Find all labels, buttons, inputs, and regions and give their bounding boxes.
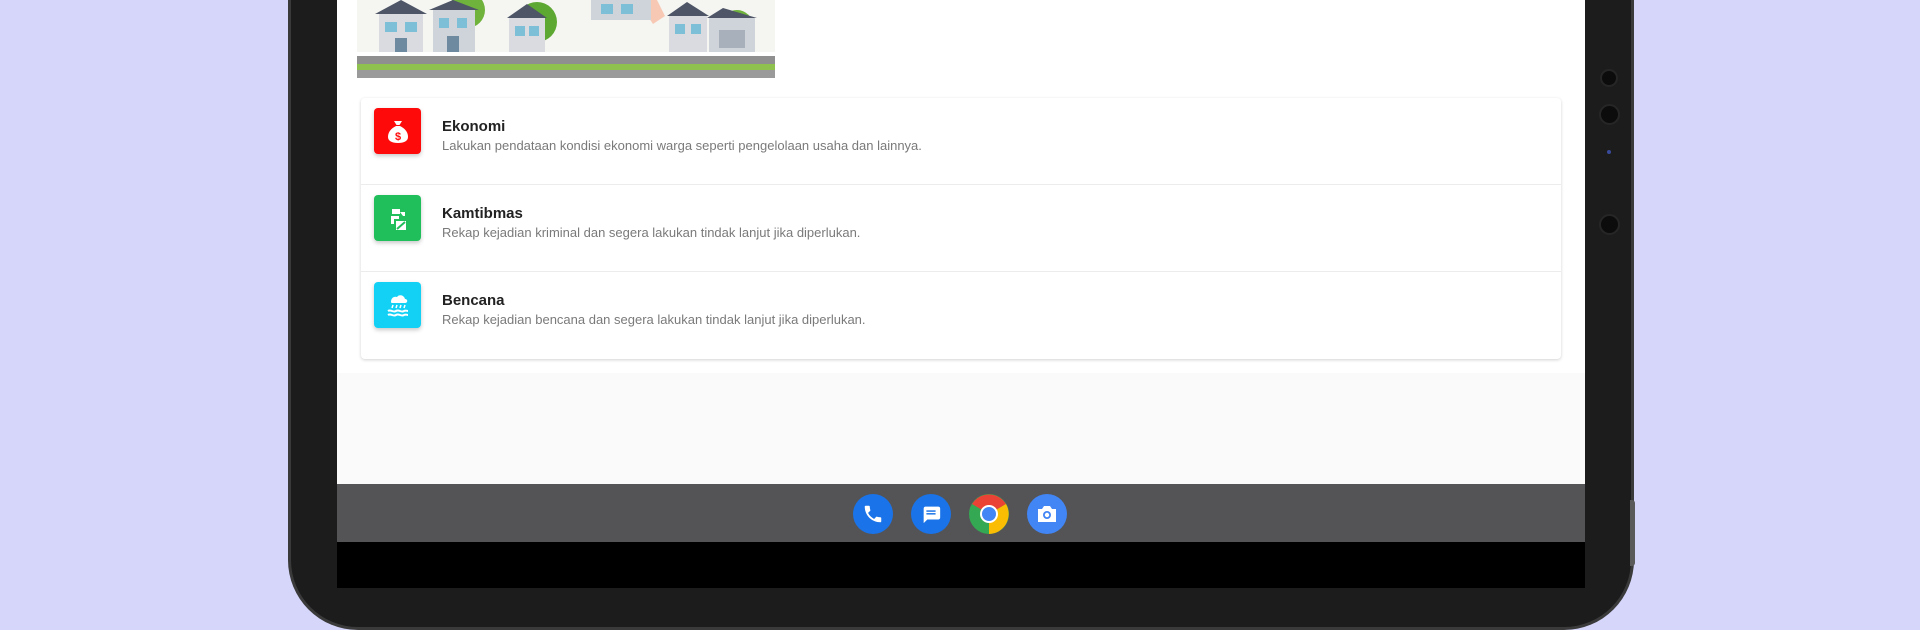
ambient-sensor-icon bbox=[1599, 214, 1620, 235]
police-icon bbox=[390, 209, 406, 230]
list-item-kamtibmas[interactable]: Kamtibmas Rekap kejadian kriminal dan se… bbox=[361, 185, 1561, 272]
messages-icon bbox=[923, 506, 941, 524]
system-nav-bar bbox=[337, 542, 1585, 588]
tablet-screen: $ Ekonomi Lakukan pendataan kondisi ekon… bbox=[337, 0, 1585, 588]
dock-phone-button[interactable] bbox=[853, 494, 893, 534]
front-sensor-icon bbox=[1599, 104, 1620, 125]
flood-icon bbox=[386, 295, 408, 317]
status-led-icon bbox=[1607, 150, 1611, 154]
chrome-icon bbox=[969, 494, 1009, 534]
list-item-title: Ekonomi bbox=[442, 118, 506, 135]
taskbar bbox=[337, 484, 1585, 542]
tablet-side-button bbox=[1630, 500, 1635, 566]
front-camera-icon bbox=[1600, 69, 1618, 87]
housing-banner-image bbox=[357, 0, 775, 78]
dock-camera-button[interactable] bbox=[1027, 494, 1067, 534]
list-item-description: Rekap kejadian bencana dan segera lakuka… bbox=[442, 312, 866, 327]
list-item-ekonomi[interactable]: $ Ekonomi Lakukan pendataan kondisi ekon… bbox=[361, 98, 1561, 185]
list-item-bencana[interactable]: Bencana Rekap kejadian bencana dan seger… bbox=[361, 272, 1561, 359]
ekonomi-icon-tile: $ bbox=[374, 108, 421, 154]
phone-icon bbox=[864, 505, 882, 523]
list-item-title: Kamtibmas bbox=[442, 205, 523, 222]
camera-icon bbox=[1038, 506, 1056, 522]
money-bag-icon: $ bbox=[387, 121, 408, 143]
list-item-title: Bencana bbox=[442, 292, 505, 309]
app-content: $ Ekonomi Lakukan pendataan kondisi ekon… bbox=[337, 0, 1585, 373]
dock-chrome-button[interactable] bbox=[969, 494, 1009, 534]
bencana-icon-tile bbox=[374, 282, 421, 328]
list-item-description: Lakukan pendataan kondisi ekonomi warga … bbox=[442, 138, 922, 153]
svg-text:$: $ bbox=[394, 131, 400, 143]
kamtibmas-icon-tile bbox=[374, 195, 421, 241]
dock-messages-button[interactable] bbox=[911, 494, 951, 534]
list-item-description: Rekap kejadian kriminal dan segera lakuk… bbox=[442, 225, 861, 240]
menu-list-card: $ Ekonomi Lakukan pendataan kondisi ekon… bbox=[361, 98, 1561, 359]
